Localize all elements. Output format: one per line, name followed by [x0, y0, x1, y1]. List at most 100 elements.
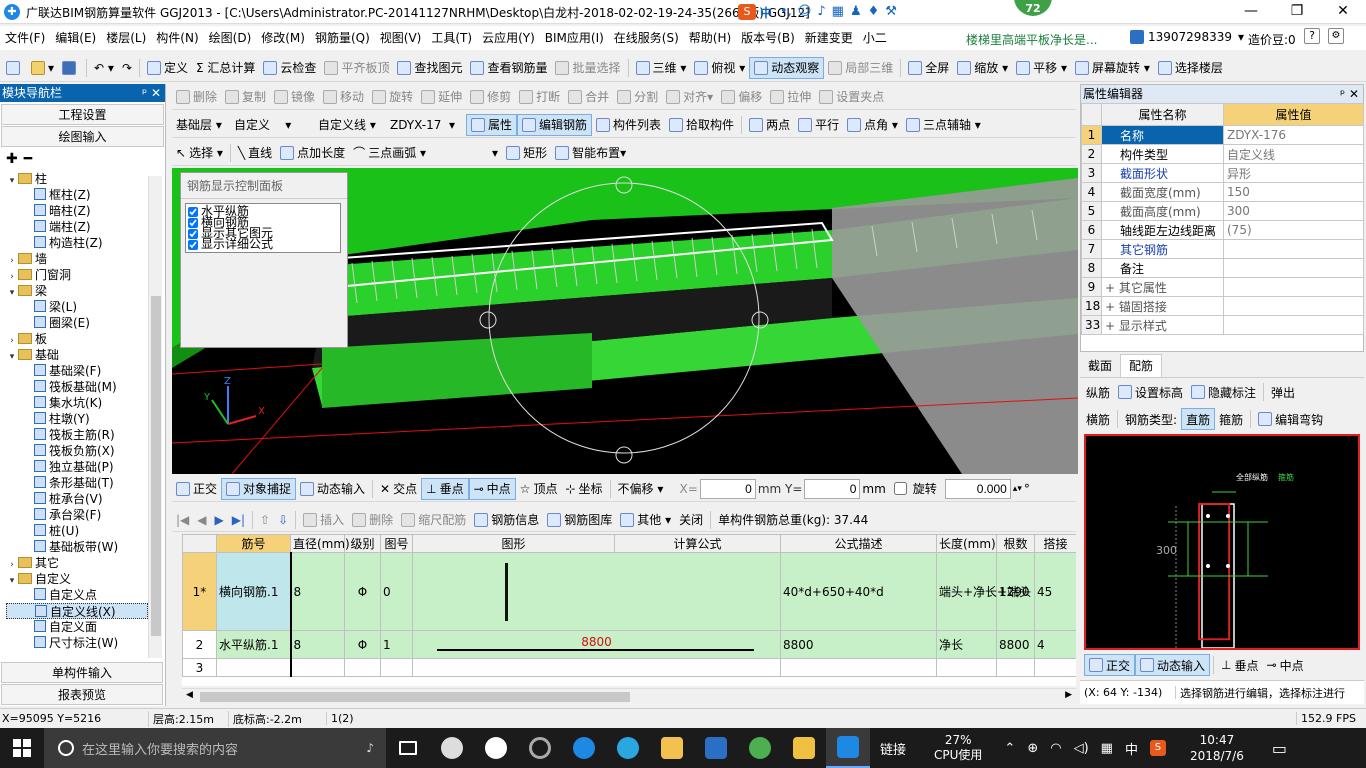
- section-dynamic-input-button[interactable]: 动态输入: [1135, 654, 1211, 676]
- sogou-tray-icon[interactable]: S: [1149, 740, 1166, 756]
- settings-icon[interactable]: ⚙: [1328, 28, 1344, 44]
- tree-item[interactable]: 条形基础(T): [6, 475, 148, 491]
- count-cell[interactable]: 4: [1034, 630, 1076, 659]
- tree-item[interactable]: 承台梁(F): [6, 507, 148, 523]
- first-record-icon[interactable]: |◀: [172, 509, 193, 531]
- col-header-formula[interactable]: 计算公式: [614, 534, 781, 553]
- move-up-icon[interactable]: ⇧: [256, 509, 274, 531]
- tree-item[interactable]: 独立基础(P): [6, 459, 148, 475]
- tree-item[interactable]: 尺寸标注(W): [6, 635, 148, 651]
- start-button[interactable]: [0, 728, 44, 768]
- glodon-app-icon[interactable]: [826, 728, 870, 768]
- property-row[interactable]: 4 截面宽度(mm) 150: [1081, 182, 1364, 202]
- orbit-handle-bottom[interactable]: [615, 446, 633, 464]
- pin-close-icon[interactable]: ᵖ ✕: [142, 84, 165, 102]
- 3d-view-button[interactable]: 三维 ▾: [632, 57, 691, 79]
- row-number[interactable]: 2: [182, 630, 217, 659]
- property-row[interactable]: 18 + 锚固搭接: [1081, 296, 1364, 316]
- intersection-snap-button[interactable]: ✕ 交点: [376, 478, 421, 500]
- batch-select-button[interactable]: 批量选择: [551, 57, 624, 79]
- col-header-formula-desc[interactable]: 公式描述: [780, 534, 937, 553]
- select-button[interactable]: ↖ 选择 ▾: [172, 142, 227, 164]
- tray-link-label[interactable]: 链接: [880, 739, 906, 758]
- property-value[interactable]: 自定义线: [1223, 144, 1364, 164]
- maximize-button[interactable]: ❐: [1274, 0, 1320, 24]
- clock[interactable]: 10:47 2018/7/6: [1190, 732, 1244, 764]
- sogou-app-icon[interactable]: [694, 728, 738, 768]
- property-row[interactable]: 1 名称 ZDYX-176: [1081, 125, 1364, 145]
- shape-cell[interactable]: [412, 658, 781, 677]
- set-elevation-button[interactable]: 设置标高: [1114, 381, 1187, 403]
- menu-edit[interactable]: 编辑(E): [50, 26, 101, 50]
- rotate-checkbox[interactable]: 旋转: [893, 480, 937, 497]
- property-row[interactable]: 9 + 其它属性: [1081, 277, 1364, 297]
- tree-scrollbar[interactable]: [148, 176, 162, 658]
- punctuation-icon[interactable]: •,: [780, 4, 792, 19]
- table-row[interactable]: 2 水平纵筋.1 8 Φ 1 8800 8800 净长 8800 4 384: [182, 630, 1076, 659]
- wrench-icon[interactable]: ⚒: [885, 4, 897, 19]
- menu-version[interactable]: 版本号(B): [736, 26, 800, 50]
- property-value[interactable]: (75): [1223, 220, 1364, 240]
- properties-button[interactable]: 属性: [466, 113, 518, 136]
- pin-close-icon[interactable]: ᵖ ✕: [1340, 85, 1363, 103]
- notes-app-icon[interactable]: [782, 728, 826, 768]
- length-cell[interactable]: 1290: [996, 552, 1035, 631]
- trim-button[interactable]: 修剪: [466, 86, 515, 108]
- vertex-snap-button[interactable]: ☆ 顶点: [516, 478, 562, 500]
- undo-icon[interactable]: ↶ ▾: [90, 57, 118, 79]
- transverse-rebar-button[interactable]: 横筋: [1082, 408, 1114, 430]
- rebar-library-button[interactable]: 钢筋图库: [543, 509, 616, 531]
- property-name[interactable]: + 锚固搭接: [1101, 296, 1224, 316]
- property-value[interactable]: 异形: [1223, 163, 1364, 183]
- subtype-select[interactable]: 自定义线 ▾: [314, 114, 386, 136]
- view-rebar-button[interactable]: 查看钢筋量: [466, 57, 551, 79]
- property-row[interactable]: 6 轴线距左边线距离 (75): [1081, 220, 1364, 240]
- drawing-input-button[interactable]: 绘图输入: [1, 126, 164, 147]
- shape-cell[interactable]: [412, 552, 781, 631]
- tree-item[interactable]: 自定义线(X): [6, 603, 148, 619]
- property-value[interactable]: [1223, 239, 1364, 259]
- rotate-angle-input[interactable]: [944, 478, 1011, 499]
- menu-rebar-quantity[interactable]: 钢筋量(Q): [310, 26, 375, 50]
- row-number[interactable]: 3: [182, 658, 217, 677]
- expand-all-icon[interactable]: ✚: [6, 151, 18, 167]
- tree-item[interactable]: 梁(L): [6, 299, 148, 315]
- grid-scroll-thumb[interactable]: [200, 692, 630, 702]
- expand-icon[interactable]: +: [1105, 281, 1119, 295]
- move-down-icon[interactable]: ⇩: [274, 509, 292, 531]
- cpu-monitor[interactable]: 27% CPU使用: [934, 733, 982, 763]
- screen-rotate-button[interactable]: 屏幕旋转 ▾: [1071, 57, 1154, 79]
- other-button[interactable]: 其他 ▾: [616, 509, 675, 531]
- property-name[interactable]: 截面高度(mm): [1101, 201, 1224, 221]
- shape-cell[interactable]: 8800: [412, 630, 781, 659]
- tree-item[interactable]: 圈梁(E): [6, 315, 148, 331]
- count-cell[interactable]: [1034, 658, 1076, 677]
- diameter-cell[interactable]: 8: [290, 552, 345, 631]
- tree-item[interactable]: 桩(U): [6, 523, 148, 539]
- property-value[interactable]: [1223, 258, 1364, 278]
- property-name[interactable]: 构件类型: [1101, 144, 1224, 164]
- rebar-info-button[interactable]: 钢筋信息: [470, 509, 543, 531]
- redo-icon[interactable]: ↷: [118, 57, 136, 79]
- grade-cell[interactable]: Φ: [344, 552, 381, 631]
- copy-button[interactable]: 复制: [221, 86, 270, 108]
- zoom-button[interactable]: 缩放 ▾: [953, 57, 1012, 79]
- length-cell[interactable]: [996, 658, 1035, 677]
- formula-desc-cell[interactable]: 净长: [936, 630, 997, 659]
- close-button[interactable]: ✕: [1320, 0, 1366, 24]
- swirl-app-icon[interactable]: [518, 728, 562, 768]
- summary-calc-button[interactable]: Σ 汇总计算: [192, 57, 259, 79]
- rebar-name-cell[interactable]: 横向钢筋.1: [216, 552, 292, 631]
- new-file-icon[interactable]: [2, 57, 27, 79]
- save-icon[interactable]: [58, 57, 83, 79]
- offset-button[interactable]: 偏移: [717, 86, 766, 108]
- fig-no-cell[interactable]: 1: [380, 630, 413, 659]
- edge-legacy-icon[interactable]: [474, 728, 518, 768]
- tree-item[interactable]: 桩承台(V): [6, 491, 148, 507]
- tree-item[interactable]: 筏板主筋(R): [6, 427, 148, 443]
- move-button[interactable]: 移动: [319, 86, 368, 108]
- ortho-button[interactable]: 正交: [172, 478, 221, 500]
- emoji-icon[interactable]: ☺: [798, 4, 812, 19]
- diameter-cell[interactable]: 8: [290, 630, 345, 659]
- property-value[interactable]: ZDYX-176: [1223, 125, 1364, 145]
